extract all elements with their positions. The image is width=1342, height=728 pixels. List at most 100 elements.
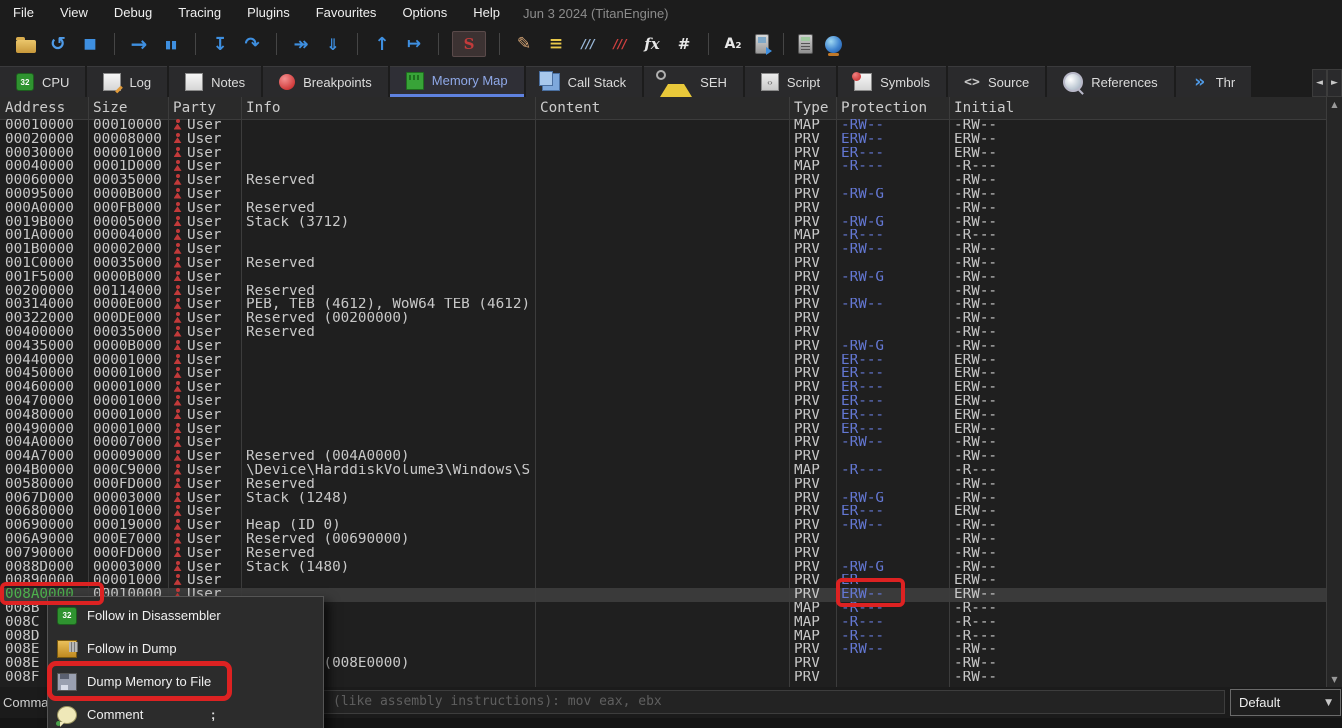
table-row[interactable]: 003140000000E000UserPEB, TEB (4612), WoW… — [0, 298, 1327, 312]
scroll-down-arrow-icon[interactable]: ▼ — [1327, 672, 1342, 687]
table-row[interactable]: 0044000000001000UserPRVER---ERW-- — [0, 354, 1327, 368]
strings-icon[interactable]: S — [452, 31, 486, 57]
menubar-item-help[interactable]: Help — [460, 0, 513, 26]
text-encoding-icon[interactable]: A₂ — [722, 32, 744, 56]
label-icon[interactable]: /// — [577, 32, 599, 56]
pause-icon[interactable]: ▮▮ — [160, 32, 182, 56]
restart-icon[interactable]: ↺ — [47, 32, 69, 56]
execute-till-return-icon[interactable]: ↑ — [371, 32, 393, 56]
table-row[interactable]: 000400000001D000UserMAP-R----R--- — [0, 160, 1327, 174]
menubar-item-tracing[interactable]: Tracing — [165, 0, 234, 26]
user-icon — [173, 492, 182, 503]
table-row[interactable]: 0089000000001000UserPRVER---ERW-- — [0, 574, 1327, 588]
table-row[interactable]: 001B000000002000UserPRV-RW---RW-- — [0, 243, 1327, 257]
trace-into-icon[interactable]: ↠ — [290, 32, 312, 56]
type-cell: PRV — [789, 492, 836, 506]
table-row[interactable]: 0019B00000005000UserStack (3712)PRV-RW-G… — [0, 216, 1327, 230]
size-cell: 00001000 — [88, 147, 168, 161]
comment-icon[interactable]: ≡ — [545, 32, 567, 56]
size-cell: 00001000 — [88, 367, 168, 381]
memory-map-icon — [406, 72, 424, 90]
table-row[interactable]: 00580000000FD000UserReservedPRV-RW-- — [0, 478, 1327, 492]
protection-cell: -R--- — [836, 229, 949, 243]
table-row[interactable]: 0001000000010000UserMAP-RW---RW-- — [0, 119, 1327, 133]
menubar-item-file[interactable]: File — [0, 0, 47, 26]
protection-cell: ERW-- — [836, 588, 949, 602]
table-row[interactable]: 0069000000019000UserHeap (ID 0)PRV-RW---… — [0, 519, 1327, 533]
step-into-icon[interactable]: ↧ — [209, 32, 231, 56]
table-row[interactable]: 0045000000001000UserPRVER---ERW-- — [0, 367, 1327, 381]
tab-call-stack[interactable]: Call Stack — [526, 66, 643, 97]
user-icon — [173, 119, 182, 130]
step-over-icon[interactable]: ↷ — [241, 32, 263, 56]
calculator-icon[interactable] — [798, 34, 813, 54]
globe-icon[interactable] — [825, 36, 842, 53]
tab-seh[interactable]: SEH — [644, 66, 743, 97]
table-row[interactable]: 004A000000007000UserPRV-RW---RW-- — [0, 436, 1327, 450]
menu-item-comment[interactable]: Comment; — [48, 698, 323, 728]
profile-select[interactable]: Default ▼ — [1230, 689, 1341, 716]
protection-cell: -R--- — [836, 616, 949, 630]
table-row[interactable]: 0040000000035000UserReservedPRV-RW-- — [0, 326, 1327, 340]
tab-scroll-left-button[interactable]: ◄ — [1312, 69, 1327, 97]
function-icon[interactable]: fx — [641, 32, 663, 56]
table-row[interactable]: 006A9000000E7000UserReserved (00690000)P… — [0, 533, 1327, 547]
table-row[interactable]: 00790000000FD000UserReservedPRV-RW-- — [0, 547, 1327, 561]
run-icon[interactable]: → — [128, 32, 150, 56]
stop-icon[interactable]: ■ — [79, 32, 101, 56]
table-row[interactable]: 004A700000009000UserReserved (004A0000)P… — [0, 450, 1327, 464]
menu-item-follow-in-disassembler[interactable]: 32Follow in Disassembler — [48, 599, 323, 632]
table-row[interactable]: 001C000000035000UserReservedPRV-RW-- — [0, 257, 1327, 271]
size-cell: 00002000 — [88, 243, 168, 257]
table-row[interactable]: 0049000000001000UserPRVER---ERW-- — [0, 423, 1327, 437]
tab-breakpoints[interactable]: Breakpoints — [263, 66, 388, 97]
menubar-item-options[interactable]: Options — [389, 0, 460, 26]
tab-thr[interactable]: »Thr — [1176, 66, 1252, 97]
table-row[interactable]: 0067D00000003000UserStack (1248)PRV-RW-G… — [0, 492, 1327, 506]
open-file-icon[interactable] — [16, 40, 36, 53]
table-row[interactable]: 001F50000000B000UserPRV-RW-G-RW-- — [0, 271, 1327, 285]
table-row[interactable]: 0068000000001000UserPRVER---ERW-- — [0, 505, 1327, 519]
tab-notes[interactable]: Notes — [169, 66, 261, 97]
table-row[interactable]: 0002000000008000UserPRVERW--ERW-- — [0, 133, 1327, 147]
menubar-item-favourites[interactable]: Favourites — [303, 0, 390, 26]
table-row[interactable]: 0006000000035000UserReservedPRV-RW-- — [0, 174, 1327, 188]
menubar-item-debug[interactable]: Debug — [101, 0, 165, 26]
table-row[interactable]: 0020000000114000UserReservedPRV-RW-- — [0, 285, 1327, 299]
menu-item-dump-memory-to-file[interactable]: Dump Memory to File — [48, 665, 323, 698]
tab-cpu[interactable]: 32CPU — [0, 66, 85, 97]
vertical-scrollbar[interactable]: ▲ ▼ — [1326, 97, 1342, 687]
trace-over-icon[interactable]: ⇓ — [322, 32, 344, 56]
tab-memory-map[interactable]: Memory Map — [390, 66, 524, 97]
table-row[interactable]: 004B0000000C9000User\Device\HarddiskVolu… — [0, 464, 1327, 478]
run-to-user-code-icon[interactable]: ↦ — [403, 32, 425, 56]
menu-item-follow-in-dump[interactable]: Follow in Dump — [48, 632, 323, 665]
menubar-item-plugins[interactable]: Plugins — [234, 0, 303, 26]
scroll-up-arrow-icon[interactable]: ▲ — [1327, 97, 1342, 112]
bookmark-icon[interactable]: /// — [609, 32, 631, 56]
table-row[interactable]: 0046000000001000UserPRVER---ERW-- — [0, 381, 1327, 395]
table-row[interactable]: 004350000000B000UserPRV-RW-G-RW-- — [0, 340, 1327, 354]
table-row[interactable]: 0048000000001000UserPRVER---ERW-- — [0, 409, 1327, 423]
tab-source[interactable]: <>Source — [948, 66, 1045, 97]
protection-cell — [836, 326, 949, 340]
protection-cell: -RW-- — [836, 436, 949, 450]
table-row[interactable]: 001A000000004000UserMAP-R----R--- — [0, 229, 1327, 243]
context-menu: 32Follow in DisassemblerFollow in DumpDu… — [47, 596, 324, 728]
initial-cell: -RW-- — [949, 657, 1327, 671]
menubar-item-view[interactable]: View — [47, 0, 101, 26]
table-row[interactable]: 0047000000001000UserPRVER---ERW-- — [0, 395, 1327, 409]
attach-icon[interactable] — [755, 34, 769, 54]
table-row[interactable]: 000A0000000FB000UserReservedPRV-RW-- — [0, 202, 1327, 216]
patch-icon[interactable]: ✎ — [513, 32, 535, 56]
table-row[interactable]: 00322000000DE000UserReserved (00200000)P… — [0, 312, 1327, 326]
hash-icon[interactable]: # — [673, 32, 695, 56]
tab-log[interactable]: Log — [87, 66, 167, 97]
table-row[interactable]: 0088D00000003000UserStack (1480)PRV-RW-G… — [0, 561, 1327, 575]
tab-script[interactable]: ‹›Script — [745, 66, 836, 97]
tab-symbols[interactable]: Symbols — [838, 66, 946, 97]
tab-scroll-right-button[interactable]: ► — [1327, 69, 1342, 97]
tab-references[interactable]: References — [1047, 66, 1173, 97]
table-row[interactable]: 0003000000001000UserPRVER---ERW-- — [0, 147, 1327, 161]
table-row[interactable]: 000950000000B000UserPRV-RW-G-RW-- — [0, 188, 1327, 202]
